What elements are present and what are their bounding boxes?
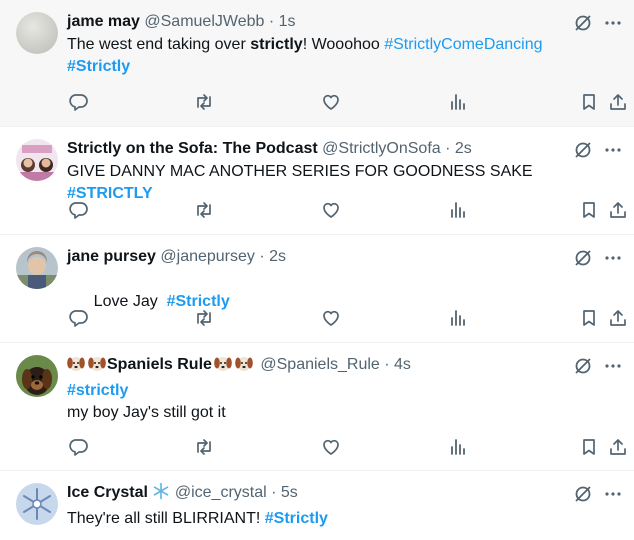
views-icon[interactable]: [447, 436, 469, 458]
views-icon[interactable]: [447, 91, 469, 113]
share-icon[interactable]: [607, 91, 629, 113]
display-name[interactable]: Ice Crystal: [67, 484, 148, 501]
tweet-text: They're all still BLIRRIANT! #Strictly: [67, 510, 328, 527]
more-icon[interactable]: [604, 249, 622, 267]
views-icon[interactable]: [447, 307, 469, 329]
dog-face-emoji: [67, 354, 107, 379]
display-name[interactable]: Strictly on the Sofa: The Podcast: [67, 140, 318, 157]
reply-icon[interactable]: [67, 199, 89, 221]
reply-icon[interactable]: [67, 436, 89, 458]
retweet-icon[interactable]: [193, 436, 215, 458]
avatar[interactable]: [16, 483, 58, 525]
snowflake-emoji: [152, 482, 170, 507]
timestamp[interactable]: 2s: [455, 140, 472, 157]
like-icon[interactable]: [320, 91, 342, 113]
bookmark-icon[interactable]: [578, 307, 600, 329]
user-handle[interactable]: @SamuelJWebb: [144, 13, 264, 30]
display-name[interactable]: jane pursey: [67, 248, 156, 265]
reply-icon[interactable]: [67, 307, 89, 329]
timestamp[interactable]: 4s: [394, 356, 411, 373]
separator-dot: ·: [440, 140, 455, 157]
tweet-item[interactable]: jane pursey @janepursey · 2s Love Jay #S…: [0, 235, 634, 343]
avatar[interactable]: [16, 355, 58, 397]
bookmark-icon[interactable]: [578, 436, 600, 458]
user-handle[interactable]: @Spaniels_Rule: [260, 356, 379, 373]
like-icon[interactable]: [320, 436, 342, 458]
user-handle[interactable]: @janepursey: [160, 248, 255, 265]
tweet-item[interactable]: Ice Crystal @ice_crystal · 5s They're al…: [0, 471, 634, 540]
timestamp[interactable]: 1s: [279, 13, 296, 30]
more-icon[interactable]: [604, 14, 622, 32]
display-name[interactable]: jame may: [67, 13, 140, 30]
retweet-icon[interactable]: [193, 307, 215, 329]
grok-icon[interactable]: [574, 485, 592, 503]
hashtag-link[interactable]: #Strictly: [67, 58, 130, 75]
avatar[interactable]: [16, 247, 58, 289]
share-icon[interactable]: [607, 436, 629, 458]
like-icon[interactable]: [320, 307, 342, 329]
grok-icon[interactable]: [574, 357, 592, 375]
bookmark-icon[interactable]: [578, 199, 600, 221]
separator-dot: ·: [254, 248, 270, 265]
tweet-item[interactable]: jame may @SamuelJWebb · 1s The west end …: [0, 0, 634, 127]
more-icon[interactable]: [604, 485, 622, 503]
grok-icon[interactable]: [574, 14, 592, 32]
retweet-icon[interactable]: [193, 199, 215, 221]
reply-icon[interactable]: [67, 91, 89, 113]
dog-face-emoji: [212, 354, 256, 379]
share-icon[interactable]: [607, 307, 629, 329]
avatar[interactable]: [16, 139, 58, 181]
separator-dot: ·: [264, 13, 279, 30]
separator-dot: ·: [379, 356, 395, 373]
like-icon[interactable]: [320, 199, 342, 221]
more-icon[interactable]: [604, 357, 622, 375]
avatar[interactable]: [16, 12, 58, 54]
retweet-icon[interactable]: [193, 91, 215, 113]
tweet-item[interactable]: Spaniels Rule @Spaniels_Rule · 4s #stric…: [0, 343, 634, 471]
views-icon[interactable]: [447, 199, 469, 221]
tweet-text: #strictly my boy Jay's still got it: [67, 382, 226, 421]
tweet-item[interactable]: Strictly on the Sofa: The Podcast @Stric…: [0, 127, 634, 235]
timestamp[interactable]: 2s: [269, 248, 286, 265]
display-name[interactable]: Spaniels Rule: [107, 356, 212, 373]
grok-icon[interactable]: [574, 141, 592, 159]
grok-icon[interactable]: [574, 249, 592, 267]
tweet-text: The west end taking over strictly! Woooh…: [67, 36, 543, 75]
timestamp[interactable]: 5s: [281, 484, 298, 501]
user-handle[interactable]: @ice_crystal: [175, 484, 267, 501]
hashtag-link[interactable]: #StrictlyComeDancing: [384, 36, 542, 53]
share-icon[interactable]: [607, 199, 629, 221]
hashtag-link[interactable]: #strictly: [67, 382, 128, 399]
separator-dot: ·: [266, 484, 281, 501]
bookmark-icon[interactable]: [578, 91, 600, 113]
more-icon[interactable]: [604, 141, 622, 159]
user-handle[interactable]: @StrictlyOnSofa: [322, 140, 441, 157]
hashtag-link[interactable]: #Strictly: [265, 510, 328, 527]
